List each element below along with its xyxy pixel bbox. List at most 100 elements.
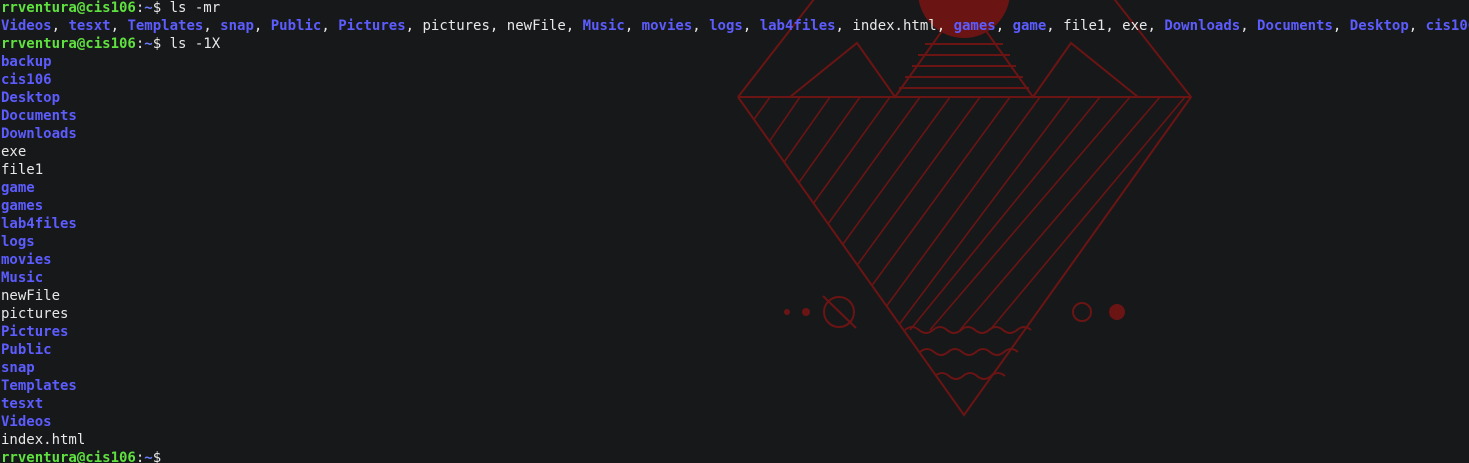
ls-output-line: cis106 bbox=[1, 71, 1469, 89]
directory-entry: Public bbox=[1, 342, 52, 358]
entry-separator: , bbox=[405, 18, 423, 34]
file-entry: newFile bbox=[1, 288, 61, 304]
prompt-path: ~ bbox=[144, 36, 153, 52]
ls-output-line: newFile bbox=[1, 287, 1469, 305]
directory-entry: Desktop bbox=[1349, 18, 1409, 34]
ls-output-line: game bbox=[1, 179, 1469, 197]
entry-separator: , bbox=[110, 18, 128, 34]
ls-output-line: Downloads bbox=[1, 125, 1469, 143]
directory-entry: Templates bbox=[1, 378, 77, 394]
directory-entry: game bbox=[1012, 18, 1047, 34]
entry-separator: , bbox=[253, 18, 271, 34]
ls-output-line: logs bbox=[1, 233, 1469, 251]
prompt-symbol: $ bbox=[152, 36, 170, 52]
prompt-symbol: $ bbox=[152, 0, 170, 16]
prompt-line: rrventura@cis106:~$ ls -1X bbox=[1, 35, 1469, 53]
command-text: ls -mr bbox=[169, 0, 221, 16]
directory-entry: logs bbox=[709, 18, 743, 34]
prompt-line: rrventura@cis106:~$ ls -mr bbox=[1, 0, 1469, 17]
directory-entry: lab4files bbox=[1, 216, 77, 232]
directory-entry: movies bbox=[1, 252, 52, 268]
entry-separator: , bbox=[624, 18, 642, 34]
directory-entry: tesxt bbox=[68, 18, 111, 34]
entry-separator: , bbox=[995, 18, 1013, 34]
ls-output-line: exe bbox=[1, 143, 1469, 161]
directory-entry: Documents bbox=[1257, 18, 1333, 34]
directory-entry: Music bbox=[1, 270, 44, 286]
directory-entry: Desktop bbox=[1, 90, 61, 106]
directory-entry: Videos bbox=[1, 414, 52, 430]
ls-output-line: snap bbox=[1, 359, 1469, 377]
entry-separator: , bbox=[489, 18, 507, 34]
directory-entry: Public bbox=[270, 18, 322, 34]
ls-output-line: Templates bbox=[1, 377, 1469, 395]
directory-entry: Downloads bbox=[1, 126, 77, 142]
directory-entry: Pictures bbox=[1, 324, 69, 340]
terminal-window[interactable]: rrventura@cis106:~$ ls -mr Videos, tesxt,… bbox=[0, 0, 1469, 463]
directory-entry: tesxt bbox=[1, 396, 44, 412]
prompt-user-host: rrventura@cis106 bbox=[1, 450, 136, 463]
entry-separator: , bbox=[1408, 18, 1426, 34]
ls-output-line: Pictures bbox=[1, 323, 1469, 341]
entry-separator: , bbox=[321, 18, 339, 34]
directory-entry: games bbox=[953, 18, 996, 34]
prompt-symbol: $ bbox=[152, 450, 170, 463]
directory-entry: Music bbox=[582, 18, 625, 34]
file-entry: file1 bbox=[1, 162, 44, 178]
ls-output-line: file1 bbox=[1, 161, 1469, 179]
directory-entry: games bbox=[1, 198, 44, 214]
ls-output-line: pictures bbox=[1, 305, 1469, 323]
entry-separator: , bbox=[692, 18, 710, 34]
file-entry: file1 bbox=[1063, 18, 1106, 34]
directory-entry: lab4files bbox=[759, 18, 836, 34]
ls-output-line: Desktop bbox=[1, 89, 1469, 107]
file-entry: pictures bbox=[422, 18, 490, 34]
entry-separator: , bbox=[1105, 18, 1123, 34]
entry-separator: , bbox=[51, 18, 69, 34]
prompt-user-host: rrventura@cis106 bbox=[1, 0, 136, 16]
file-entry: newFile bbox=[506, 18, 566, 34]
file-entry: index.html bbox=[1, 432, 86, 448]
command-text: ls -1X bbox=[169, 36, 221, 52]
directory-entry: snap bbox=[220, 18, 254, 34]
terminal-output: rrventura@cis106:~$ ls -mr Videos, tesxt,… bbox=[1, 0, 1469, 463]
entry-separator: , bbox=[835, 18, 853, 34]
ls-output-line: Documents bbox=[1, 107, 1469, 125]
prompt-user-host: rrventura@cis106 bbox=[1, 36, 136, 52]
directory-entry: Templates bbox=[127, 18, 204, 34]
directory-entry: game bbox=[1, 180, 35, 196]
directory-entry: Pictures bbox=[338, 18, 406, 34]
ls-output-line: Music bbox=[1, 269, 1469, 287]
text-cursor[interactable] bbox=[170, 449, 178, 463]
ls-output-line: Public bbox=[1, 341, 1469, 359]
directory-entry: logs bbox=[1, 234, 35, 250]
directory-entry: Videos bbox=[1, 18, 52, 34]
file-entry: exe bbox=[1, 144, 27, 160]
ls-output-line: games bbox=[1, 197, 1469, 215]
directory-entry: cis106 bbox=[1, 72, 52, 88]
directory-entry: Downloads bbox=[1164, 18, 1241, 34]
ls-output-line: backup bbox=[1, 53, 1469, 71]
prompt-path: ~ bbox=[144, 450, 153, 463]
ls-output-line: movies bbox=[1, 251, 1469, 269]
active-prompt-line: rrventura@cis106:~$ bbox=[1, 449, 1469, 463]
directory-entry: snap bbox=[1, 360, 35, 376]
prompt-path: ~ bbox=[144, 0, 153, 16]
directory-entry: backup bbox=[1, 54, 52, 70]
ls-output-line: index.html bbox=[1, 431, 1469, 449]
ls-output-line: Videos, tesxt, Templates, snap, Public, … bbox=[1, 17, 1469, 35]
ls-output-line: tesxt bbox=[1, 395, 1469, 413]
file-entry: exe bbox=[1122, 18, 1148, 34]
entry-separator: , bbox=[1147, 18, 1165, 34]
entry-separator: , bbox=[1332, 18, 1350, 34]
directory-entry: cis106 bbox=[1425, 18, 1469, 34]
entry-separator: , bbox=[742, 18, 760, 34]
ls-output-line: Videos bbox=[1, 413, 1469, 431]
entry-separator: , bbox=[936, 18, 954, 34]
entry-separator: , bbox=[1240, 18, 1258, 34]
directory-entry: Documents bbox=[1, 108, 77, 124]
entry-separator: , bbox=[203, 18, 221, 34]
ls-output-line: lab4files bbox=[1, 215, 1469, 233]
directory-entry: movies bbox=[641, 18, 693, 34]
entry-separator: , bbox=[1046, 18, 1064, 34]
